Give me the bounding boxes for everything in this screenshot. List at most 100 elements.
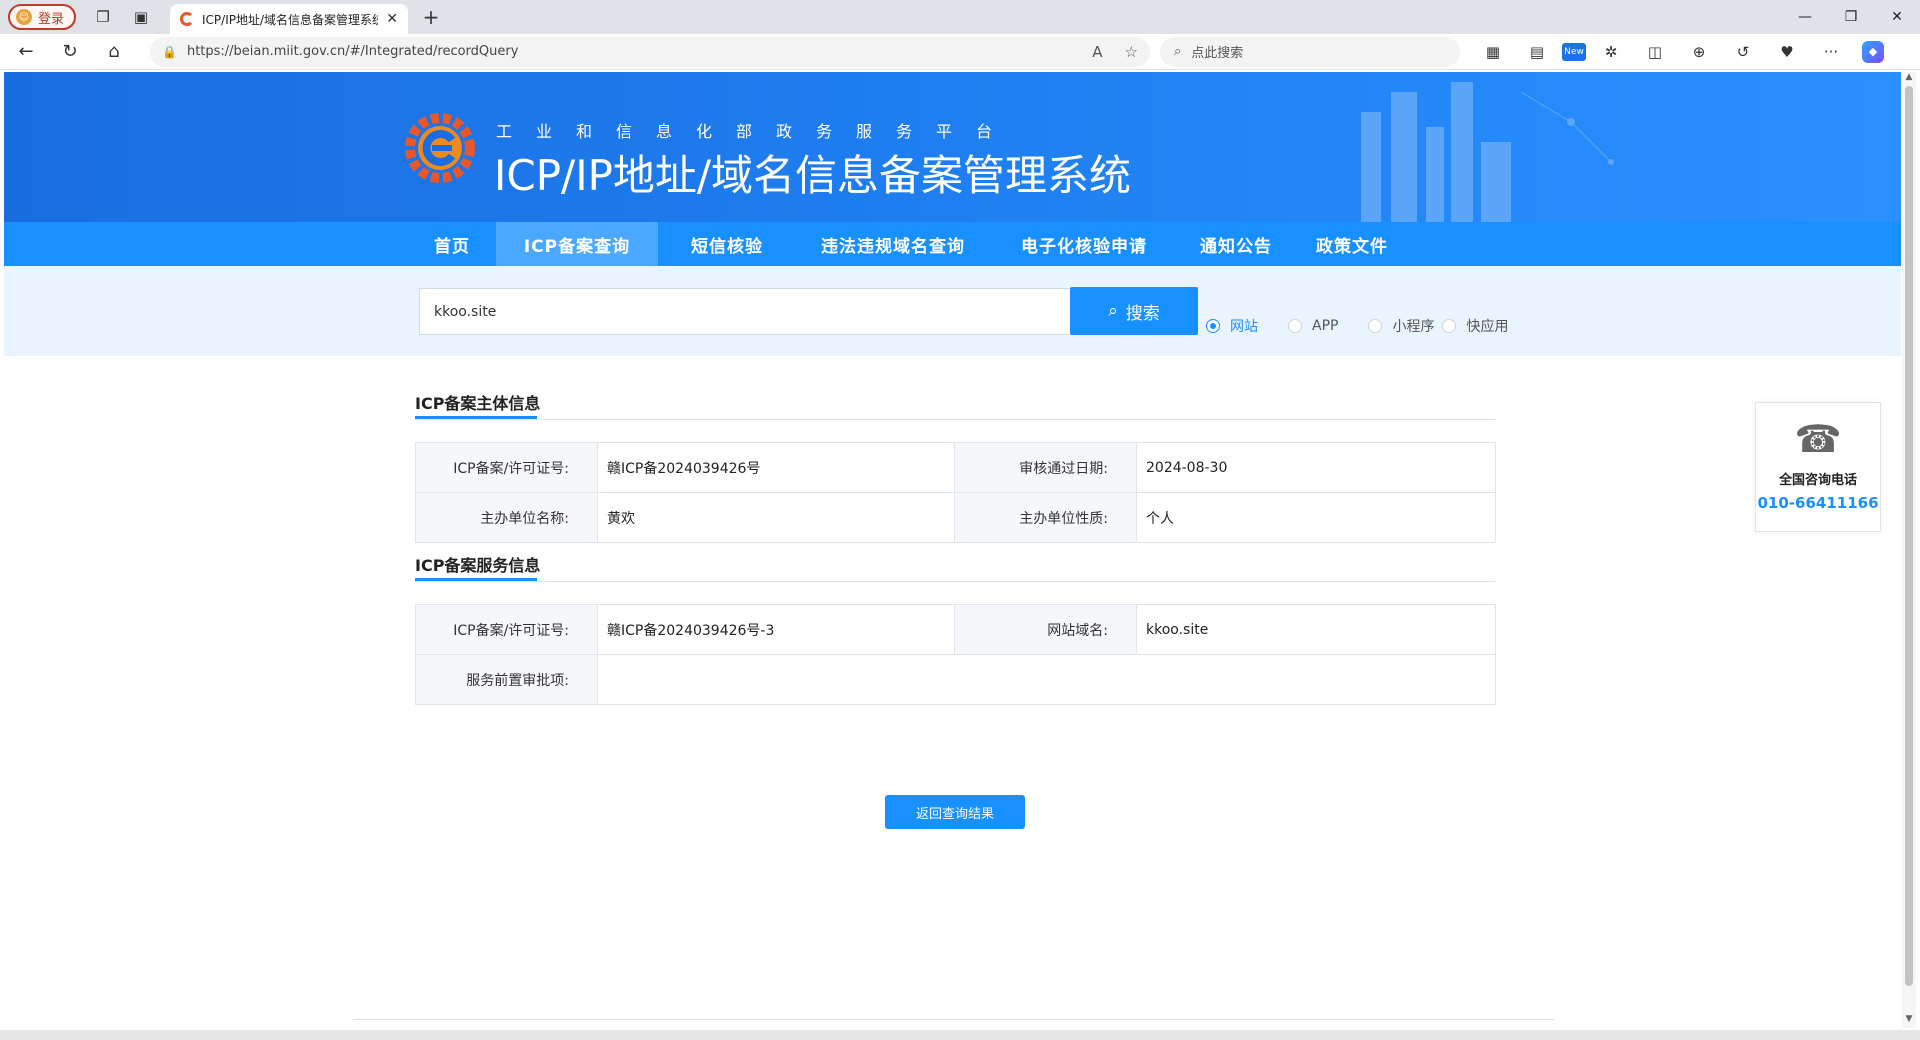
profile-label: 登录 xyxy=(38,11,65,27)
wallet-icon[interactable]: ▤ xyxy=(1518,37,1556,67)
back-to-results-button[interactable]: 返回查询结果 xyxy=(885,795,1025,829)
nav-item-notices[interactable]: 通知公告 xyxy=(1188,222,1284,266)
extensions-badge-icon[interactable]: ▦ xyxy=(1474,37,1512,67)
read-aloud-icon[interactable]: A xyxy=(1092,43,1102,61)
table-key: 主办单位名称: xyxy=(415,492,598,543)
nav-item-illegal-domain[interactable]: 违法违规域名查询 xyxy=(804,222,982,266)
section-divider xyxy=(415,419,1495,420)
refresh-icon[interactable]: ↻ xyxy=(52,37,88,67)
copilot-icon[interactable]: ◆ xyxy=(1862,40,1884,63)
radio-label: APP xyxy=(1312,318,1339,334)
back-icon[interactable]: ← xyxy=(8,37,44,67)
table-key: 主办单位性质: xyxy=(954,492,1137,543)
radio-website[interactable]: 网站 xyxy=(1206,316,1280,336)
tab-title: ICP/IP地址/域名信息备案管理系统 xyxy=(202,12,379,27)
table-key: 审核通过日期: xyxy=(954,442,1137,493)
browser-toolbar: ▦ ▤ New ✲ ◫ ⊕ ↺ ♥ ··· ◆ xyxy=(1474,37,1884,67)
main-nav: 首页 ICP备案查询 短信核验 违法违规域名查询 电子化核验申请 通知公告 政策… xyxy=(4,222,1901,266)
new-tab-button[interactable]: + xyxy=(416,3,446,31)
radio-label: 快应用 xyxy=(1466,319,1509,335)
favorite-star-icon[interactable]: ☆ xyxy=(1125,43,1138,61)
scroll-up-icon[interactable]: ▲ xyxy=(1902,72,1916,86)
extensions-icon[interactable]: ✲ xyxy=(1592,37,1630,67)
table-value: 赣ICP备2024039426号-3 xyxy=(597,604,955,655)
radio-mini-program[interactable]: 小程序 xyxy=(1368,316,1434,336)
search-type-group: 网站 APP 小程序 快应用 xyxy=(1206,316,1516,336)
service-section-label: ICP备案服务信息 xyxy=(415,556,541,575)
close-tab-icon[interactable]: ✕ xyxy=(386,11,398,27)
site-favicon-icon xyxy=(180,12,195,26)
radio-label: 网站 xyxy=(1230,319,1258,335)
banner-title: ICP/IP地址/域名信息备案管理系统 xyxy=(494,151,1132,200)
collections-icon[interactable]: ⊕ xyxy=(1680,37,1718,67)
more-menu-icon[interactable]: ··· xyxy=(1812,37,1850,67)
radio-dot xyxy=(1368,319,1383,333)
radio-dot xyxy=(1442,319,1457,333)
page-viewport: 工业和信息化部政务服务平台 ICP/IP地址/域名信息备案管理系统 首页 ICP… xyxy=(4,72,1901,1028)
avatar-icon: ☺ xyxy=(16,9,32,25)
table-value: 2024-08-30 xyxy=(1136,442,1496,493)
radio-quick-app[interactable]: 快应用 xyxy=(1442,316,1508,336)
table-key: ICP备案/许可证号: xyxy=(415,442,598,493)
record-search-input[interactable]: kkoo.site xyxy=(419,288,1071,335)
table-key: 网站域名: xyxy=(954,604,1137,655)
table-row: ICP备案/许可证号: 赣ICP备2024039426号 审核通过日期: 202… xyxy=(415,442,1496,493)
url-text: https://beian.miit.gov.cn/#/Integrated/r… xyxy=(186,44,519,59)
radio-app[interactable]: APP xyxy=(1288,318,1360,334)
minimize-icon[interactable]: — xyxy=(1782,0,1828,34)
browser-tab-bar: ☺ 登录 ❐ ▣ ICP/IP地址/域名信息备案管理系统 ✕ + — ❐ ✕ xyxy=(0,0,1920,34)
scrollbar-thumb[interactable] xyxy=(1905,86,1913,986)
radio-label: 小程序 xyxy=(1392,319,1435,335)
browser-search-field[interactable]: ⌕ 点此搜索 xyxy=(1160,36,1460,67)
browser-tab-active[interactable]: ICP/IP地址/域名信息备案管理系统 ✕ xyxy=(170,4,409,34)
nav-item-icp-query[interactable]: ICP备案查询 xyxy=(496,222,658,266)
split-screen-icon[interactable]: ◫ xyxy=(1636,37,1674,67)
site-banner: 工业和信息化部政务服务平台 ICP/IP地址/域名信息备案管理系统 xyxy=(4,72,1901,222)
table-value: kkoo.site xyxy=(1136,604,1496,655)
table-row: ICP备案/许可证号: 赣ICP备2024039426号-3 网站域名: kko… xyxy=(415,604,1496,655)
lock-icon[interactable]: 🔒 xyxy=(162,45,177,59)
hotline-label: 全国咨询电话 xyxy=(1778,473,1857,488)
subject-section-label: ICP备案主体信息 xyxy=(415,394,541,413)
workspaces-icon[interactable]: ❐ xyxy=(86,3,120,31)
search-button-label: 搜索 xyxy=(1125,303,1160,324)
search-band: kkoo.site ⌕ 搜索 网站 APP 小程序 快应用 xyxy=(4,266,1901,356)
table-key: 服务前置审批项: xyxy=(415,654,598,705)
search-button[interactable]: ⌕ 搜索 xyxy=(1070,287,1198,335)
table-key: ICP备案/许可证号: xyxy=(415,604,598,655)
service-section-title: ICP备案服务信息 xyxy=(415,552,541,581)
performance-icon[interactable]: ♥ xyxy=(1768,37,1806,67)
home-icon[interactable]: ⌂ xyxy=(96,37,132,67)
service-info-table: ICP备案/许可证号: 赣ICP备2024039426号-3 网站域名: kko… xyxy=(415,604,1496,705)
url-field[interactable]: 🔒 https://beian.miit.gov.cn/#/Integrated… xyxy=(150,36,1150,67)
miit-logo-icon xyxy=(405,113,475,183)
new-feature-icon[interactable]: New xyxy=(1562,42,1586,61)
hotline-widget: ☎ 全国咨询电话 010-66411166 xyxy=(1755,402,1881,532)
nav-item-e-verify[interactable]: 电子化核验申请 xyxy=(1004,222,1164,266)
table-value xyxy=(597,654,1496,705)
browser-search-placeholder: 点此搜索 xyxy=(1191,46,1244,61)
radio-dot xyxy=(1206,319,1220,333)
history-icon[interactable]: ↺ xyxy=(1724,37,1762,67)
table-row: 服务前置审批项: xyxy=(415,654,1496,705)
city-decoration-icon xyxy=(1361,82,1614,222)
profile-button[interactable]: ☺ 登录 xyxy=(8,4,77,30)
scroll-down-icon[interactable]: ▼ xyxy=(1902,1014,1916,1028)
search-icon: ⌕ xyxy=(1108,301,1118,321)
nav-item-sms-verify[interactable]: 短信核验 xyxy=(672,222,782,266)
address-bar-row: ← ↻ ⌂ 🔒 https://beian.miit.gov.cn/#/Inte… xyxy=(0,34,1920,70)
restore-icon[interactable]: ❐ xyxy=(1828,0,1874,34)
telephone-icon: ☎ xyxy=(1794,417,1842,461)
nav-item-policies[interactable]: 政策文件 xyxy=(1304,222,1400,266)
subject-section-title: ICP备案主体信息 xyxy=(415,390,541,419)
table-value: 黄欢 xyxy=(597,492,955,543)
nav-item-home[interactable]: 首页 xyxy=(412,222,492,266)
subject-info-table: ICP备案/许可证号: 赣ICP备2024039426号 审核通过日期: 202… xyxy=(415,442,1496,543)
taskbar-strip xyxy=(0,1030,1920,1040)
footer-divider xyxy=(354,1019,1554,1020)
search-icon: ⌕ xyxy=(1174,44,1182,59)
page-scrollbar[interactable]: ▲ ▼ xyxy=(1902,72,1916,1028)
close-window-icon[interactable]: ✕ xyxy=(1874,0,1920,34)
tab-actions-icon[interactable]: ▣ xyxy=(124,3,158,31)
section-divider xyxy=(415,581,1495,582)
